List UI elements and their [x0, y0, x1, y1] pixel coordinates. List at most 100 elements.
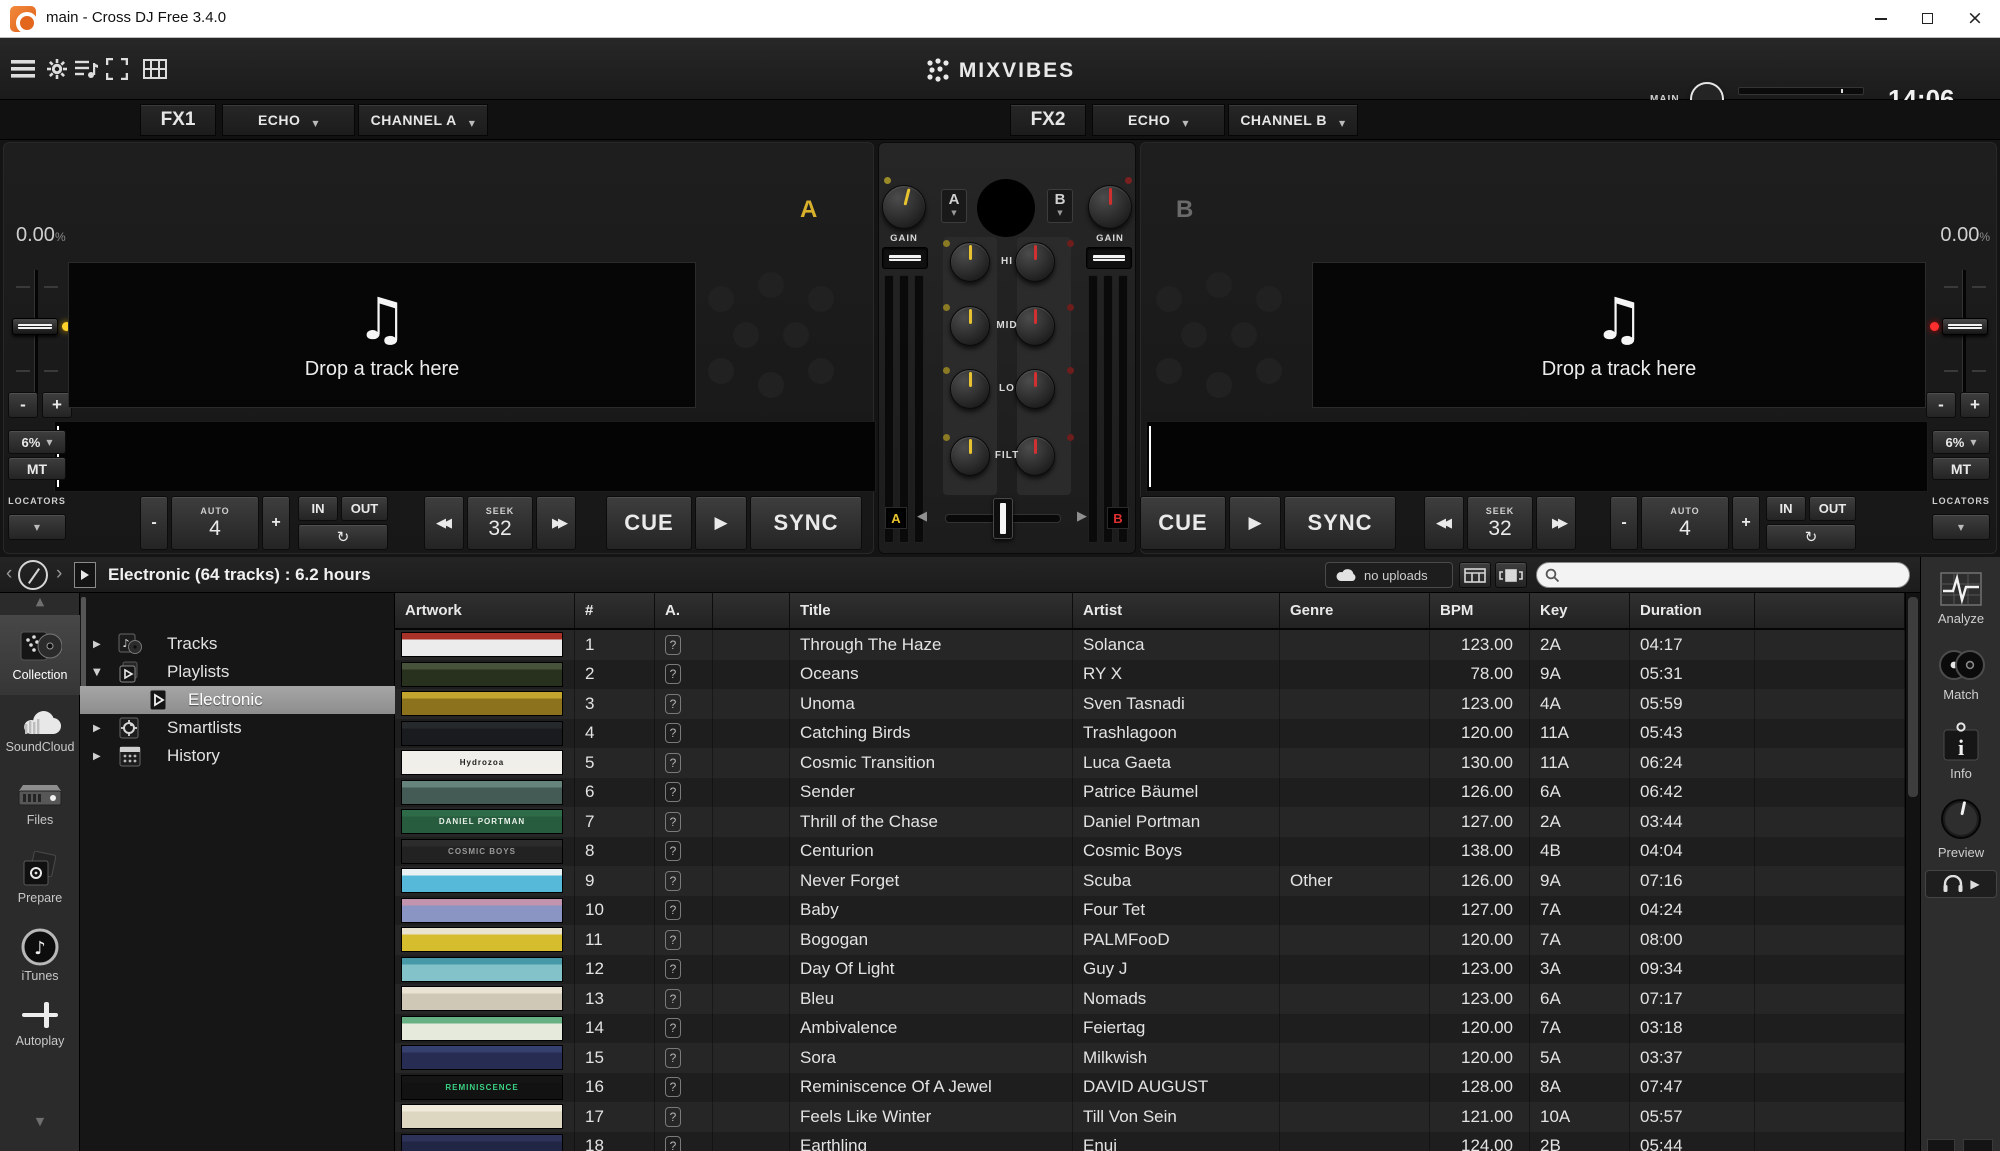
- sidebar-scroll-down-icon[interactable]: ▼: [0, 1115, 80, 1128]
- table-row[interactable]: 2?OceansRY X78.009A05:31: [395, 660, 1905, 690]
- column-header-blank[interactable]: [713, 593, 790, 628]
- deck-a-cue-button[interactable]: CUE: [606, 496, 692, 550]
- table-scrollbar[interactable]: [1905, 593, 1920, 1151]
- gain-b-knob[interactable]: [1088, 185, 1132, 229]
- deck-b-cue-button[interactable]: CUE: [1140, 496, 1226, 550]
- sidebar-item-itunes[interactable]: ♪iTunes: [0, 921, 80, 989]
- crossfader-right-arrow[interactable]: ▶: [1077, 509, 1087, 524]
- table-row[interactable]: 11?BogoganPALMFooD120.007A08:00: [395, 925, 1905, 955]
- deck-a-pitch-slider[interactable]: [8, 264, 70, 404]
- deck-b-seek-back-button[interactable]: ◀◀: [1424, 496, 1464, 550]
- deck-b-sync-button[interactable]: SYNC: [1284, 496, 1396, 550]
- deck-a-loop-toggle-button[interactable]: ↻: [298, 524, 388, 550]
- tool-match-button[interactable]: Match: [1921, 647, 2000, 702]
- deck-b-drop-zone[interactable]: ♫ Drop a track here: [1312, 262, 1926, 408]
- table-row[interactable]: 13?BleuNomads123.006A07:17: [395, 984, 1905, 1014]
- sidebar-item-files[interactable]: Files: [0, 769, 80, 835]
- sidebar-item-collection[interactable]: Collection: [0, 615, 80, 695]
- table-row[interactable]: 17?Feels Like WinterTill Von Sein121.001…: [395, 1102, 1905, 1132]
- crossfader-left-arrow[interactable]: ◀: [917, 509, 927, 524]
- table-row[interactable]: 3?UnomaSven Tasnadi123.004A05:59: [395, 689, 1905, 719]
- deck-b-loop-out-button[interactable]: OUT: [1809, 496, 1856, 521]
- column-header-Artwork[interactable]: Artwork: [395, 593, 575, 628]
- compass-icon[interactable]: [18, 560, 48, 590]
- deck-a-waveform[interactable]: [54, 421, 876, 492]
- deck-a-seek-back-button[interactable]: ◀◀: [424, 496, 464, 550]
- tool-info-button[interactable]: iInfo: [1921, 722, 2000, 781]
- deck-b-pitch-slider[interactable]: [1930, 264, 1992, 404]
- column-header-Key[interactable]: Key: [1530, 593, 1630, 628]
- deck-b-loop-in-button[interactable]: IN: [1766, 496, 1806, 521]
- search-box[interactable]: [1536, 562, 1910, 588]
- column-header-Duration[interactable]: Duration: [1630, 593, 1755, 628]
- sidebar-scroll-up-icon[interactable]: ▲: [0, 595, 80, 608]
- deck-a-seek-display[interactable]: SEEK 32: [467, 496, 533, 550]
- table-row[interactable]: DANIEL PORTMAN7?Thrill of the ChaseDanie…: [395, 807, 1905, 837]
- volume-fader-a[interactable]: [882, 247, 928, 269]
- table-row[interactable]: 18?EarthlingEnui124.002B05:44: [395, 1132, 1905, 1151]
- deck-b-loop-half-button[interactable]: -: [1610, 496, 1638, 550]
- deck-b-pitch-handle[interactable]: [1942, 318, 1988, 335]
- close-button[interactable]: ×: [1952, 0, 1998, 37]
- deck-a-master-tempo-button[interactable]: MT: [8, 457, 66, 480]
- fx2-channel-select[interactable]: CHANNEL B▼: [1228, 104, 1358, 136]
- back-icon[interactable]: ‹: [6, 563, 12, 585]
- maximize-button[interactable]: [1904, 0, 1950, 37]
- deck-a-loop-half-button[interactable]: -: [140, 496, 168, 550]
- fx2-effect-select[interactable]: ECHO▼: [1092, 104, 1225, 136]
- table-view-icon[interactable]: [1459, 562, 1491, 588]
- eq-filt-a-knob[interactable]: [950, 436, 990, 476]
- column-header-#[interactable]: #: [575, 593, 655, 628]
- forward-icon[interactable]: ›: [56, 563, 62, 585]
- volume-fader-b[interactable]: [1086, 247, 1132, 269]
- table-row[interactable]: 10?BabyFour Tet127.007A04:24: [395, 896, 1905, 926]
- column-header-Title[interactable]: Title: [790, 593, 1073, 628]
- deck-a-pitch-minus-button[interactable]: -: [8, 392, 38, 418]
- eq-hi-a-knob[interactable]: [950, 242, 990, 282]
- table-row[interactable]: 14?AmbivalenceFeiertag120.007A03:18: [395, 1014, 1905, 1044]
- deck-b-loop-toggle-button[interactable]: ↻: [1766, 524, 1856, 550]
- deck-b-master-tempo-button[interactable]: MT: [1932, 457, 1990, 480]
- tool-preview-button[interactable]: Preview: [1921, 797, 2000, 860]
- deck-b-pitch-minus-button[interactable]: -: [1926, 392, 1956, 418]
- deck-a-pitch-range-select[interactable]: 6%▼: [8, 430, 66, 454]
- column-header-BPM[interactable]: BPM: [1430, 593, 1530, 628]
- search-input[interactable]: [1564, 568, 1884, 583]
- deck-a-pitch-handle[interactable]: [12, 318, 58, 335]
- deck-b-play-button[interactable]: ▶: [1229, 496, 1281, 550]
- tree-item-playlists[interactable]: ▼Playlists: [80, 658, 395, 686]
- tree-item-electronic[interactable]: Electronic: [80, 686, 395, 714]
- chevron-right-icon[interactable]: ▶: [93, 723, 101, 734]
- gain-a-knob[interactable]: [882, 185, 926, 229]
- tree-item-tracks[interactable]: ▶♪Tracks: [80, 630, 395, 658]
- deck-b-loop-double-button[interactable]: +: [1732, 496, 1760, 550]
- table-row[interactable]: 15?SoraMilkwish120.005A03:37: [395, 1043, 1905, 1073]
- deck-a-sync-button[interactable]: SYNC: [750, 496, 862, 550]
- table-row[interactable]: 4?Catching BirdsTrashlagoon120.0011A05:4…: [395, 719, 1905, 749]
- deck-a-play-button[interactable]: ▶: [695, 496, 747, 550]
- sidebar-item-autoplay[interactable]: Autoplay: [0, 991, 80, 1055]
- chevron-right-icon[interactable]: ▶: [93, 639, 101, 650]
- table-row[interactable]: Hydrozoa5?Cosmic TransitionLuca Gaeta130…: [395, 748, 1905, 778]
- cue-mix-knob[interactable]: [977, 179, 1035, 237]
- column-header-A.[interactable]: A.: [655, 593, 713, 628]
- sidebar-item-soundcloud[interactable]: SoundCloud: [0, 695, 80, 767]
- table-row[interactable]: 1?Through The HazeSolanca123.002A04:17: [395, 630, 1905, 660]
- deck-b-pitch-plus-button[interactable]: +: [1960, 392, 1990, 418]
- deck-b-seek-forward-button[interactable]: ▶▶: [1536, 496, 1576, 550]
- eq-lo-a-knob[interactable]: [950, 369, 990, 409]
- deck-b-auto-loop-display[interactable]: AUTO4: [1641, 496, 1729, 550]
- minimize-button[interactable]: [1858, 0, 1904, 37]
- crossfader-handle[interactable]: [993, 498, 1013, 539]
- tree-item-smartlists[interactable]: ▶Smartlists: [80, 714, 395, 742]
- tree-item-history[interactable]: ▶History: [80, 742, 395, 770]
- mixer-channel-b-select[interactable]: B▼: [1047, 189, 1073, 223]
- deck-a-loop-out-button[interactable]: OUT: [341, 496, 388, 521]
- deck-b-waveform[interactable]: [1146, 421, 1928, 492]
- chevron-right-icon[interactable]: ▶: [93, 751, 101, 762]
- fx1-channel-select[interactable]: CHANNEL A▼: [358, 104, 488, 136]
- deck-a-drop-zone[interactable]: ♫ Drop a track here: [68, 262, 696, 408]
- column-header-blank[interactable]: [1755, 593, 1905, 628]
- chevron-down-icon[interactable]: ▼: [93, 667, 101, 678]
- preview-headphone-button[interactable]: ▶: [1925, 870, 1997, 898]
